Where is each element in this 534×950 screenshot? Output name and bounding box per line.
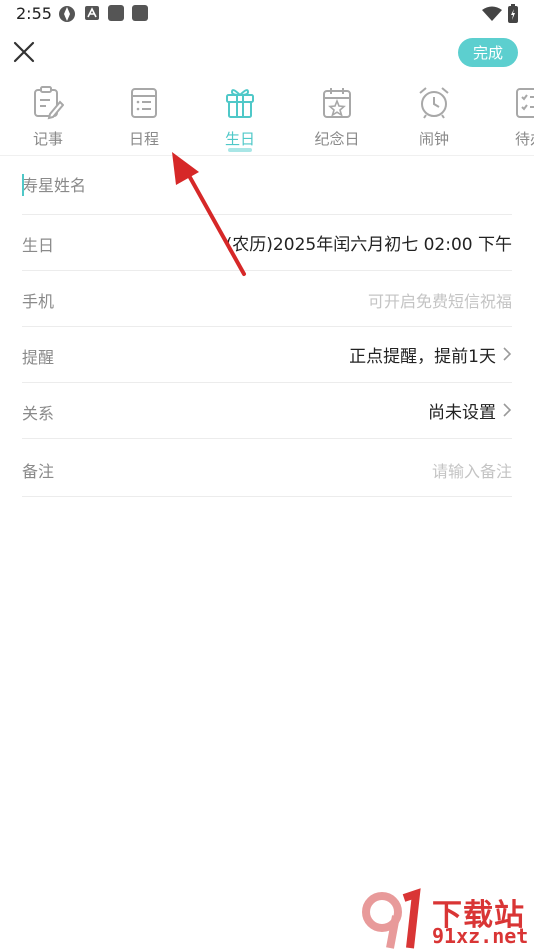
text-caret bbox=[22, 174, 24, 196]
relation-row[interactable]: 关系 尚未设置 bbox=[22, 382, 512, 439]
phone-input[interactable]: 可开启免费短信祝福 bbox=[368, 288, 512, 312]
birthday-row[interactable]: 生日 (农历)2025年闰六月初七 02:00 下午 bbox=[22, 214, 512, 271]
tab-note[interactable]: 记事 bbox=[8, 84, 88, 152]
status-bar: 2:55 bbox=[0, 0, 534, 28]
note-label: 备注 bbox=[22, 462, 55, 481]
notification-square-icon bbox=[132, 5, 148, 21]
birthday-value[interactable]: (农历)2025年闰六月初七 02:00 下午 bbox=[226, 230, 512, 255]
phone-row: 手机 可开启免费短信祝福 bbox=[22, 270, 512, 327]
name-row bbox=[22, 158, 512, 215]
note-input[interactable]: 请输入备注 bbox=[432, 458, 512, 482]
note-row: 备注 请输入备注 bbox=[22, 440, 512, 497]
checklist-icon bbox=[516, 88, 534, 118]
done-button[interactable]: 完成 bbox=[458, 38, 518, 67]
tab-label: 纪念日 bbox=[314, 130, 360, 148]
name-input[interactable] bbox=[22, 168, 492, 202]
app-a-icon bbox=[85, 6, 99, 20]
close-icon bbox=[13, 41, 35, 63]
chevron-right-icon bbox=[503, 347, 512, 361]
tab-label: 待办 bbox=[514, 130, 534, 148]
tab-birthday[interactable]: 生日 bbox=[200, 84, 280, 152]
wifi-icon bbox=[482, 6, 502, 21]
tab-alarm[interactable]: 闹钟 bbox=[394, 84, 474, 152]
reminder-label: 提醒 bbox=[22, 348, 55, 367]
tab-schedule[interactable]: 日程 bbox=[104, 84, 184, 152]
aperture-icon bbox=[59, 6, 75, 22]
tab-todo[interactable]: 待办 bbox=[490, 84, 534, 152]
schedule-icon bbox=[131, 88, 157, 118]
battery-icon bbox=[508, 4, 518, 23]
active-tab-indicator bbox=[228, 148, 252, 152]
alarm-icon bbox=[419, 87, 449, 119]
tab-label: 生日 bbox=[224, 130, 255, 148]
tab-label: 记事 bbox=[32, 130, 63, 148]
reminder-value: 正点提醒，提前1天 bbox=[349, 347, 496, 367]
birthday-label: 生日 bbox=[22, 236, 55, 255]
chevron-right-icon bbox=[503, 403, 512, 417]
watermark-logo-icon bbox=[362, 888, 421, 949]
notification-square-icon bbox=[108, 5, 124, 21]
close-button[interactable] bbox=[10, 38, 38, 66]
watermark: 下载站 91xz.net bbox=[360, 888, 534, 950]
relation-label: 关系 bbox=[22, 404, 55, 423]
type-tabs: 记事 日程 生日 纪念日 闹钟 待 bbox=[0, 84, 534, 156]
relation-value: 尚未设置 bbox=[428, 403, 496, 423]
reminder-row[interactable]: 提醒 正点提醒，提前1天 bbox=[22, 326, 512, 383]
tab-anniversary[interactable]: 纪念日 bbox=[297, 84, 377, 152]
status-time: 2:55 bbox=[16, 4, 52, 23]
tabs-divider bbox=[0, 155, 534, 156]
phone-label: 手机 bbox=[22, 292, 55, 311]
note-icon bbox=[34, 86, 64, 120]
tab-label: 闹钟 bbox=[418, 130, 449, 148]
gift-icon bbox=[226, 89, 254, 118]
watermark-url: 91xz.net bbox=[432, 924, 529, 948]
tab-label: 日程 bbox=[128, 130, 159, 148]
calendar-star-icon bbox=[323, 88, 351, 118]
